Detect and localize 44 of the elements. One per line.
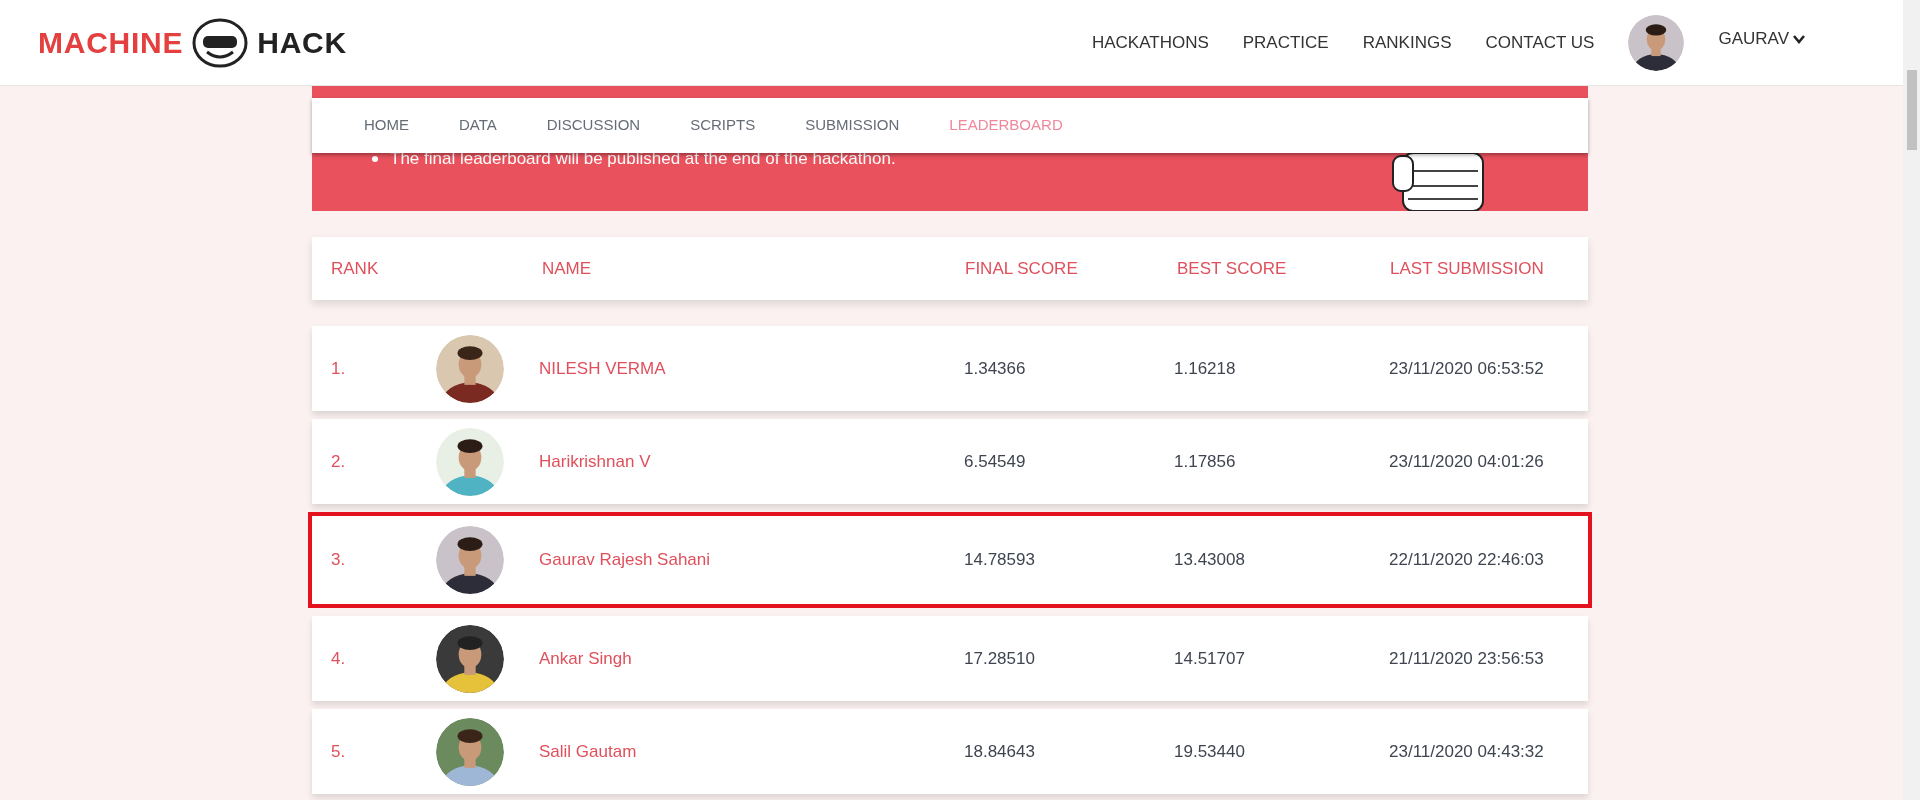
nav-link[interactable]: CONTACT US — [1485, 29, 1595, 56]
score-cell-text: 13.43008 — [1174, 549, 1246, 572]
nav-link[interactable]: HACKATHONS — [1091, 29, 1209, 56]
score-cell-text: 14.51707 — [1174, 647, 1246, 670]
name-cell-text: Salil Gautam — [539, 740, 638, 763]
date-cell-text: 23/11/2020 04:01:26 — [1389, 450, 1544, 473]
user-menu[interactable]: GAURAV — [1718, 25, 1805, 52]
column-header: NAME — [542, 257, 593, 280]
rank-cell-text: 3. — [330, 549, 347, 572]
score-cell-text: 19.53440 — [1174, 740, 1246, 763]
nav-link[interactable]: RANKINGS — [1362, 29, 1452, 56]
date-cell-text: 23/11/2020 06:53:52 — [1389, 357, 1544, 380]
rank-cell-text: 5. — [330, 740, 347, 763]
name-cell-text: Ankar Singh — [539, 647, 633, 670]
tab[interactable]: SCRIPTS — [690, 114, 756, 137]
date-cell-text: 22/11/2020 22:46:03 — [1389, 549, 1544, 572]
logo-text: HACK — [257, 25, 347, 61]
column-header: BEST SCORE — [1177, 257, 1288, 280]
date-cell-text: 23/11/2020 04:43:32 — [1389, 740, 1544, 763]
nav-link[interactable]: PRACTICE — [1242, 29, 1329, 56]
rank-cell-text: 1. — [330, 357, 347, 380]
name-cell-text: Harikrishnan V — [539, 450, 652, 473]
logo-text: MACHINE — [38, 25, 184, 61]
column-header: FINAL SCORE — [965, 257, 1079, 280]
score-cell-text: 6.54549 — [964, 450, 1027, 473]
column-header: RANK — [330, 257, 380, 280]
tab[interactable]: HOME — [364, 114, 409, 137]
chevron-icon — [1793, 33, 1805, 44]
name-cell-text: Gaurav Rajesh Sahani — [539, 549, 712, 572]
helmet-icon — [191, 17, 250, 68]
score-cell-text: 18.84643 — [964, 740, 1036, 763]
tab[interactable]: SUBMISSION — [805, 114, 900, 137]
rank-cell-text: 4. — [330, 647, 347, 670]
tab[interactable]: DISCUSSION — [546, 114, 641, 137]
column-header: LAST SUBMISSION — [1390, 257, 1544, 280]
score-cell-text: 14.78593 — [964, 549, 1036, 572]
score-cell-text: 1.16218 — [1174, 357, 1237, 380]
tab[interactable]: DATA — [459, 114, 497, 137]
date-cell-text: 21/11/2020 23:56:53 — [1389, 647, 1544, 670]
score-cell-text: 1.34366 — [964, 357, 1027, 380]
score-cell-text: 1.17856 — [1174, 450, 1237, 473]
rank-cell-text: 2. — [330, 450, 347, 473]
name-cell-text: NILESH VERMA — [539, 357, 667, 380]
score-cell-text: 17.28510 — [964, 647, 1036, 670]
